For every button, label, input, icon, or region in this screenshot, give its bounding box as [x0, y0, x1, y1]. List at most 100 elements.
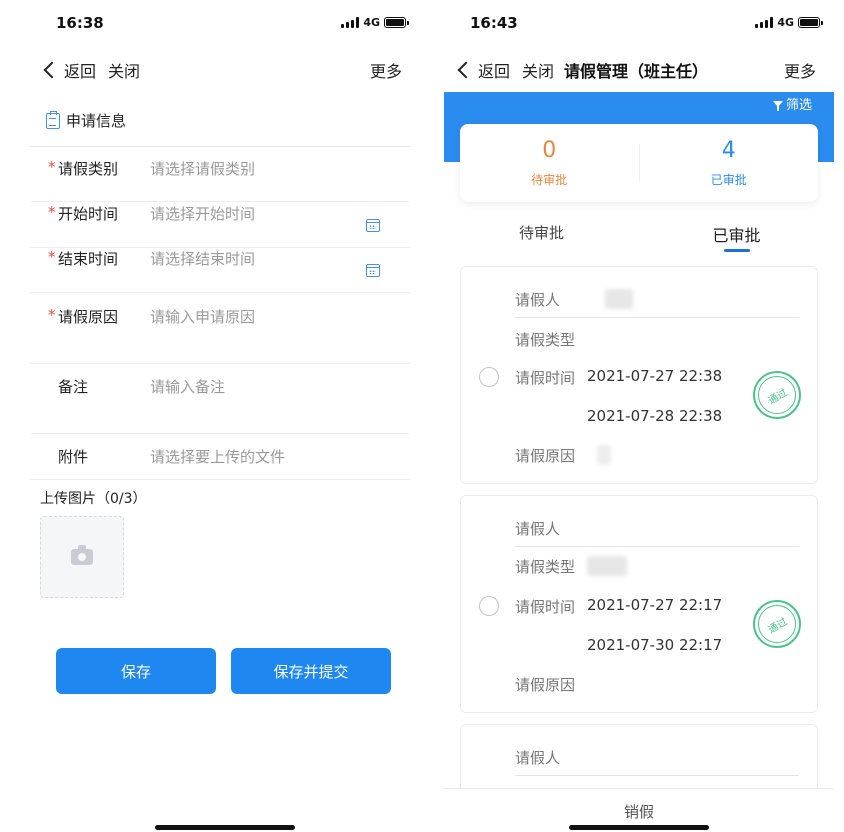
field-label: 开始时间 — [30, 203, 150, 224]
stamp-label: 通过 — [766, 615, 790, 636]
end-time: 2021-07-28 22:38 — [587, 407, 723, 425]
time-end-row: 2021-07-28 22:38 — [515, 407, 799, 425]
leave-form-screen: 16:38 4G 返回 关闭 更多 申请信息 请假类别 请选择请假类别 开始时间… — [30, 0, 420, 832]
close-button[interactable]: 关闭 — [108, 58, 140, 82]
close-button[interactable]: 关闭 — [522, 58, 554, 82]
divider — [30, 146, 410, 147]
clipboard-icon — [46, 110, 60, 129]
type-row: 请假类型 — [515, 329, 799, 350]
field-label: 结束时间 — [30, 248, 150, 269]
stat-pending[interactable]: 0 待审批 — [460, 124, 639, 202]
divider — [515, 317, 799, 318]
divider — [515, 546, 799, 547]
field-label: 请假时间 — [515, 598, 576, 616]
upload-label: 上传图片（0/3） — [40, 491, 147, 507]
battery-icon — [798, 17, 823, 28]
tab-bar: 待审批 已审批 — [444, 214, 834, 254]
redacted-value — [605, 289, 633, 309]
back-button[interactable]: 返回 — [457, 58, 511, 82]
field-label: 请假时间 — [515, 369, 576, 387]
status-time: 16:43 — [470, 14, 518, 32]
approved-stamp: 通过 — [753, 371, 801, 419]
chevron-left-icon — [43, 61, 61, 79]
applicant-row: 请假人 — [515, 289, 799, 310]
status-time: 16:38 — [56, 14, 104, 32]
filter-label: 筛选 — [785, 98, 812, 113]
stat-approved[interactable]: 4 已审批 — [640, 124, 819, 202]
field-label: 请假原因 — [515, 676, 576, 694]
field-label: 请假人 — [515, 749, 561, 767]
page-title: 请假管理（班主任） — [564, 62, 709, 81]
reason-row: 请假原因 — [515, 674, 799, 695]
battery-icon — [384, 17, 409, 28]
camera-icon — [71, 545, 93, 565]
stats-card: 0 待审批 4 已审批 — [460, 124, 818, 202]
field-label: 请假原因 — [30, 306, 150, 327]
reason-input[interactable]: 请输入申请原因 — [150, 306, 410, 327]
field-remark[interactable]: 备注 请输入备注 — [30, 376, 410, 434]
stat-value: 4 — [721, 138, 736, 163]
status-bar: 16:38 4G — [30, 0, 420, 48]
field-label: 备注 — [58, 378, 89, 396]
back-label: 返回 — [478, 62, 511, 81]
applicant-row: 请假人 — [515, 518, 799, 539]
home-indicator — [569, 825, 709, 830]
field-label: 请假人 — [515, 520, 561, 538]
save-and-submit-button[interactable]: 保存并提交 — [231, 648, 391, 694]
more-button[interactable]: 更多 — [784, 58, 816, 82]
approved-stamp: 通过 — [753, 600, 801, 648]
chevron-left-icon — [457, 61, 475, 79]
home-indicator — [155, 825, 295, 830]
tab-pending[interactable]: 待审批 — [444, 214, 639, 254]
nav-bar: 返回 关闭 请假管理（班主任） 更多 — [444, 48, 834, 92]
section-header: 申请信息 — [46, 110, 126, 131]
calendar-icon[interactable] — [366, 264, 380, 277]
field-label: 请假类别 — [30, 158, 150, 179]
status-bar: 16:43 4G — [444, 0, 834, 48]
attachment-picker[interactable]: 请选择要上传的文件 — [150, 446, 410, 467]
select-radio[interactable] — [479, 596, 499, 616]
network-label: 4G — [363, 16, 380, 29]
tab-approved[interactable]: 已审批 — [639, 214, 834, 254]
back-label: 返回 — [64, 62, 97, 81]
back-button[interactable]: 返回 — [43, 58, 97, 82]
nav-bar: 返回 关闭 更多 — [30, 48, 420, 92]
filter-button[interactable]: 筛选 — [772, 94, 812, 113]
field-attachment[interactable]: 附件 请选择要上传的文件 — [30, 446, 410, 480]
field-start-time[interactable]: 开始时间 请选择开始时间 — [30, 203, 410, 248]
remark-input[interactable]: 请输入备注 — [150, 376, 410, 397]
reason-row: 请假原因 — [515, 445, 799, 466]
network-label: 4G — [777, 16, 794, 29]
leave-type-select[interactable]: 请选择请假类别 — [150, 158, 410, 179]
signal-icon — [341, 17, 360, 28]
field-label: 附件 — [58, 448, 89, 466]
calendar-icon[interactable] — [366, 219, 380, 232]
leave-record-card[interactable]: 请假人 请假类型 请假时间 2021-07-27 22:17 2021-07-30… — [460, 495, 818, 713]
leave-record-card[interactable]: 请假人 请假类型 请假时间 2021-07-27 22:38 2021-07-28… — [460, 266, 818, 484]
stamp-label: 通过 — [766, 386, 790, 407]
filter-icon — [772, 100, 783, 111]
stat-label: 已审批 — [710, 173, 747, 187]
save-button[interactable]: 保存 — [56, 648, 216, 694]
upload-image-button[interactable] — [40, 516, 124, 598]
more-button[interactable]: 更多 — [370, 58, 402, 82]
leave-management-screen: 16:43 4G 返回 关闭 请假管理（班主任） 更多 筛选 0 待审批 4 已… — [444, 0, 834, 832]
applicant-row: 请假人 — [515, 747, 799, 768]
start-time: 2021-07-27 22:38 — [587, 367, 723, 385]
signal-icon — [755, 17, 774, 28]
field-reason[interactable]: 请假原因 请输入申请原因 — [30, 306, 410, 364]
field-leave-type[interactable]: 请假类别 请选择请假类别 — [30, 158, 410, 202]
end-time: 2021-07-30 22:17 — [587, 636, 723, 654]
field-label: 请假人 — [515, 291, 561, 309]
time-end-row: 2021-07-30 22:17 — [515, 636, 799, 654]
section-title: 申请信息 — [66, 112, 127, 130]
start-time: 2021-07-27 22:17 — [587, 596, 723, 614]
stat-value: 0 — [542, 138, 557, 163]
redacted-value — [597, 445, 611, 465]
select-radio[interactable] — [479, 367, 499, 387]
type-row: 请假类型 — [515, 556, 799, 577]
redacted-value — [587, 556, 627, 576]
field-end-time[interactable]: 结束时间 请选择结束时间 — [30, 248, 410, 293]
field-label: 请假原因 — [515, 447, 576, 465]
divider — [515, 775, 799, 776]
